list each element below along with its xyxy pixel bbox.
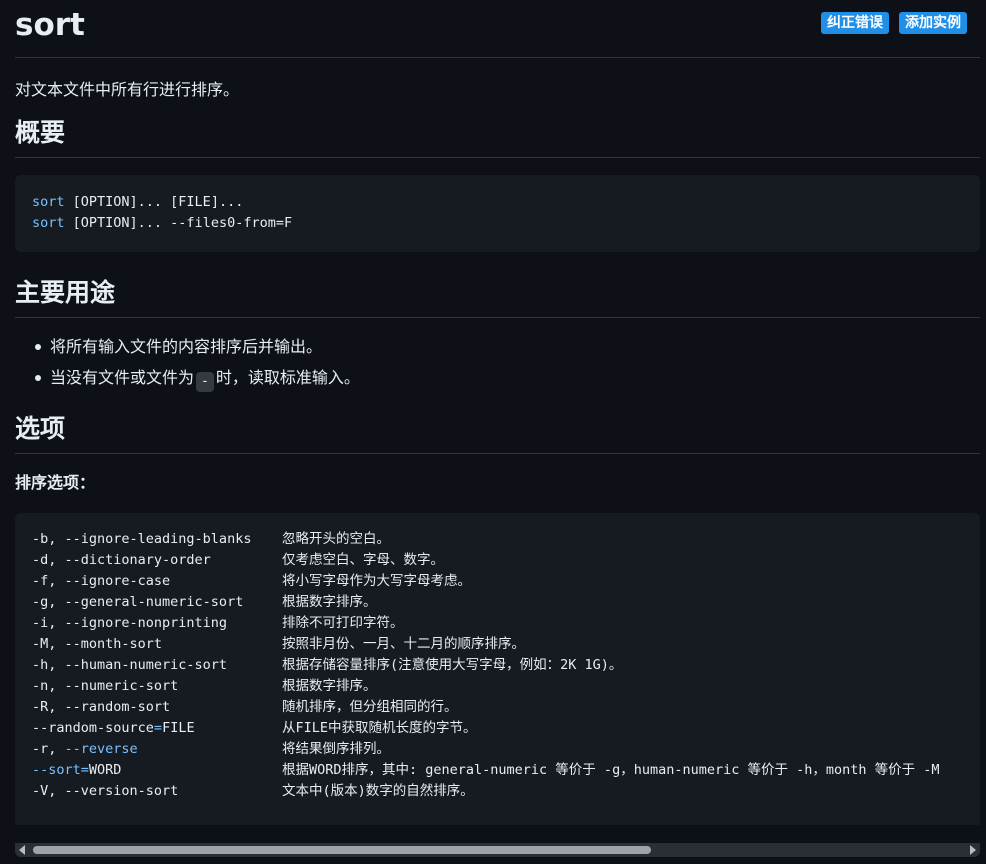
report-error-button[interactable]: 纠正错误 xyxy=(821,12,889,34)
option-desc: 根据WORD排序，其中: general-numeric 等价于 -g，huma… xyxy=(282,762,940,778)
option-row: -h, --human-numeric-sort 根据存储容量排序(注意使用大写字… xyxy=(32,655,963,676)
option-desc: 根据数字排序。 xyxy=(282,678,377,694)
option-desc: 排除不可打印字符。 xyxy=(282,615,404,631)
synopsis-code-block: sort [OPTION]... [FILE]... sort [OPTION]… xyxy=(15,175,980,252)
option-row: -R, --random-sort 随机排序，但分组相同的行。 xyxy=(32,697,963,718)
option-flag: --sort=WORD xyxy=(32,760,282,781)
scrollbar-thumb[interactable] xyxy=(33,846,651,854)
option-desc: 仅考虑空白、字母、数字。 xyxy=(282,552,444,568)
synopsis-line: sort [OPTION]... [FILE]... xyxy=(32,192,963,213)
option-flag: -r, --reverse xyxy=(32,739,282,760)
option-row: -g, --general-numeric-sort 根据数字排序。 xyxy=(32,592,963,613)
options-code-block: -b, --ignore-leading-blanks 忽略开头的空白。 -d, … xyxy=(15,513,980,825)
option-flag: -h, --human-numeric-sort xyxy=(32,657,228,673)
option-row: --random-source=FILE 从FILE中获取随机长度的字节。 xyxy=(32,718,963,739)
synopsis-command: sort xyxy=(32,194,65,210)
synopsis-args: [OPTION]... [FILE]... xyxy=(64,194,244,210)
synopsis-command: sort xyxy=(32,215,65,231)
synopsis-args: [OPTION]... --files0-from=F xyxy=(64,215,293,231)
option-flag: --random-source=FILE xyxy=(32,718,282,739)
synopsis-line: sort [OPTION]... --files0-from=F xyxy=(32,213,963,234)
option-flag-keyword: --sort xyxy=(32,762,81,778)
option-row: -d, --dictionary-order 仅考虑空白、字母、数字。 xyxy=(32,550,963,571)
option-flag: -n, --numeric-sort xyxy=(32,678,179,694)
command-description: 对文本文件中所有行进行排序。 xyxy=(15,80,240,99)
options-subheading: 排序选项： xyxy=(15,473,96,492)
list-item: 将所有输入文件的内容排序后并输出。 xyxy=(35,336,980,358)
header-actions: 纠正错误 添加实例 xyxy=(821,12,967,34)
option-desc: 忽略开头的空白。 xyxy=(282,531,390,547)
option-flag-eq: = xyxy=(153,720,163,736)
option-flag: -d, --dictionary-order xyxy=(32,552,211,568)
option-desc: 根据存储容量排序(注意使用大写字母，例如：2K 1G)。 xyxy=(282,657,623,673)
option-flag: -g, --general-numeric-sort xyxy=(32,594,244,610)
option-row: -f, --ignore-case 将小写字母作为大写字母考虑。 xyxy=(32,571,963,592)
option-desc: 将小写字母作为大写字母考虑。 xyxy=(282,573,471,589)
option-desc: 从FILE中获取随机长度的字节。 xyxy=(282,720,477,736)
option-flag-arg: FILE xyxy=(162,720,195,736)
page-title: sort xyxy=(15,7,85,43)
option-desc: 按照非月份、一月、十二月的顺序排序。 xyxy=(282,636,525,652)
option-desc: 将结果倒序排列。 xyxy=(282,741,390,757)
option-row: -V, --version-sort 文本中(版本)数字的自然排序。 xyxy=(32,781,963,802)
option-row: -i, --ignore-nonprinting 排除不可打印字符。 xyxy=(32,613,963,634)
scroll-right-arrow-icon[interactable] xyxy=(970,845,976,855)
inline-code: - xyxy=(196,372,214,392)
section-heading-synopsis: 概要 xyxy=(15,117,980,158)
section-heading-options: 选项 xyxy=(15,413,980,454)
title-row: sort 纠正错误 添加实例 xyxy=(15,0,980,58)
option-flag: -f, --ignore-case xyxy=(32,573,171,589)
page: sort 纠正错误 添加实例 对文本文件中所有行进行排序。 概要 sort [O… xyxy=(0,0,986,864)
option-desc: 根据数字排序。 xyxy=(282,594,377,610)
option-desc: 文本中(版本)数字的自然排序。 xyxy=(282,783,474,799)
horizontal-scrollbar[interactable] xyxy=(15,843,980,857)
scroll-left-arrow-icon[interactable] xyxy=(19,845,25,855)
option-row: -M, --month-sort 按照非月份、一月、十二月的顺序排序。 xyxy=(32,634,963,655)
usage-item-text: 将所有输入文件的内容排序后并输出。 xyxy=(50,337,323,356)
option-flag-name: -r, xyxy=(32,741,65,757)
section-heading-usage: 主要用途 xyxy=(15,277,980,318)
option-flag: -i, --ignore-nonprinting xyxy=(32,615,228,631)
option-flag-name: --random-source xyxy=(32,720,154,736)
option-flag-arg: WORD xyxy=(88,762,122,778)
usage-item-text: 时，读取标准输入。 xyxy=(215,368,360,387)
option-flag: -V, --version-sort xyxy=(32,783,179,799)
list-item: 当没有文件或文件为 - 时，读取标准输入。 xyxy=(35,367,980,392)
option-flag: -M, --month-sort xyxy=(32,636,163,652)
option-row: --sort=WORD 根据WORD排序，其中: general-numeric … xyxy=(32,760,963,781)
option-desc: 随机排序，但分组相同的行。 xyxy=(282,699,458,715)
usage-item-text: 当没有文件或文件为 xyxy=(50,368,195,387)
option-flag-eq: = xyxy=(80,762,89,778)
option-row: -r, --reverse 将结果倒序排列。 xyxy=(32,739,963,760)
usage-list: 将所有输入文件的内容排序后并输出。 当没有文件或文件为 - 时，读取标准输入。 xyxy=(15,336,980,392)
option-row: -b, --ignore-leading-blanks 忽略开头的空白。 xyxy=(32,529,963,550)
option-flag: -R, --random-sort xyxy=(32,699,171,715)
option-flag-keyword: --reverse xyxy=(64,741,138,757)
option-row: -n, --numeric-sort 根据数字排序。 xyxy=(32,676,963,697)
add-example-button[interactable]: 添加实例 xyxy=(899,12,967,34)
option-flag: -b, --ignore-leading-blanks xyxy=(32,531,252,547)
